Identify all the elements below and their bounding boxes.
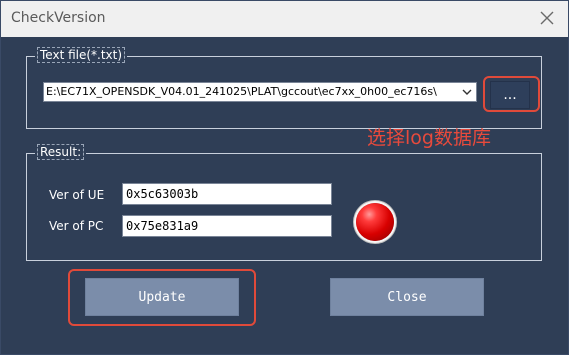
chevron-down-icon[interactable] bbox=[460, 85, 474, 99]
title-bar: CheckVersion bbox=[1, 1, 568, 37]
update-button-highlight bbox=[68, 269, 256, 326]
result-group-label: Result: bbox=[35, 144, 87, 160]
window-title: CheckVersion bbox=[11, 10, 106, 26]
close-button[interactable]: Close bbox=[330, 278, 484, 316]
text-file-group-label: Text file(*.txt) bbox=[35, 47, 128, 63]
ver-of-pc-label: Ver of PC bbox=[49, 219, 104, 233]
status-led-indicator bbox=[356, 203, 394, 241]
file-path-value: E:\EC71X_OPENSDK_V04.01_241025\PLAT\gcco… bbox=[46, 85, 437, 98]
result-group: Result: bbox=[26, 144, 542, 261]
browse-button-highlight bbox=[483, 76, 540, 112]
annotation-hint-text: 选择log数据库 bbox=[367, 127, 491, 149]
file-path-combobox[interactable]: E:\EC71X_OPENSDK_V04.01_241025\PLAT\gcco… bbox=[43, 82, 477, 102]
ver-of-ue-field[interactable]: 0x5c63003b bbox=[122, 183, 332, 205]
ver-of-pc-field[interactable]: 0x75e831a9 bbox=[122, 215, 332, 237]
ver-of-ue-label: Ver of UE bbox=[49, 188, 105, 202]
checkversion-window: CheckVersion Text file(*.txt) E:\EC71X_O… bbox=[0, 0, 569, 355]
close-icon[interactable] bbox=[536, 7, 558, 29]
